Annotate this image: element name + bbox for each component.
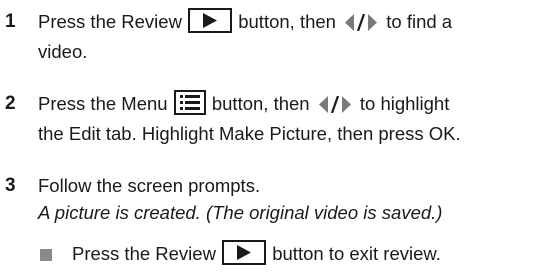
bullet-text-part: Press the Review bbox=[72, 243, 216, 264]
step-text-line: video. bbox=[38, 41, 88, 62]
step-text-part: Press the Menu bbox=[38, 93, 168, 114]
left-right-arrows-icon bbox=[318, 93, 351, 120]
step-number: 1 bbox=[5, 11, 16, 32]
step-text-part: Press the Review bbox=[38, 11, 182, 32]
bullet-text-part: button to exit review. bbox=[272, 243, 441, 264]
step-number: 2 bbox=[5, 93, 16, 114]
step-text-part: button, then bbox=[238, 11, 336, 32]
menu-button-icon bbox=[173, 90, 206, 115]
step-number: 3 bbox=[5, 175, 16, 196]
review-button-icon bbox=[188, 8, 233, 33]
step-text-part: button, then bbox=[211, 93, 310, 114]
bullet-square-icon bbox=[40, 249, 52, 261]
step-text-part: to find a bbox=[386, 11, 453, 32]
bullet-text: Press the Review button to exit review. bbox=[72, 240, 552, 267]
step-result: A picture is created. (The original vide… bbox=[38, 202, 443, 223]
step-text-line: Follow the screen prompts. bbox=[38, 175, 261, 196]
left-right-arrows-icon bbox=[345, 11, 378, 38]
step-text: Press the Review button, then to find a … bbox=[38, 8, 550, 65]
step-text: Follow the screen prompts. A picture is … bbox=[38, 172, 550, 226]
review-button-icon bbox=[222, 240, 267, 265]
step-text-line: the Edit tab. Highlight Make Picture, th… bbox=[38, 123, 461, 144]
step-text-part: to highlight bbox=[359, 93, 450, 114]
step-text: Press the Menu button, then to highlight… bbox=[38, 90, 550, 147]
